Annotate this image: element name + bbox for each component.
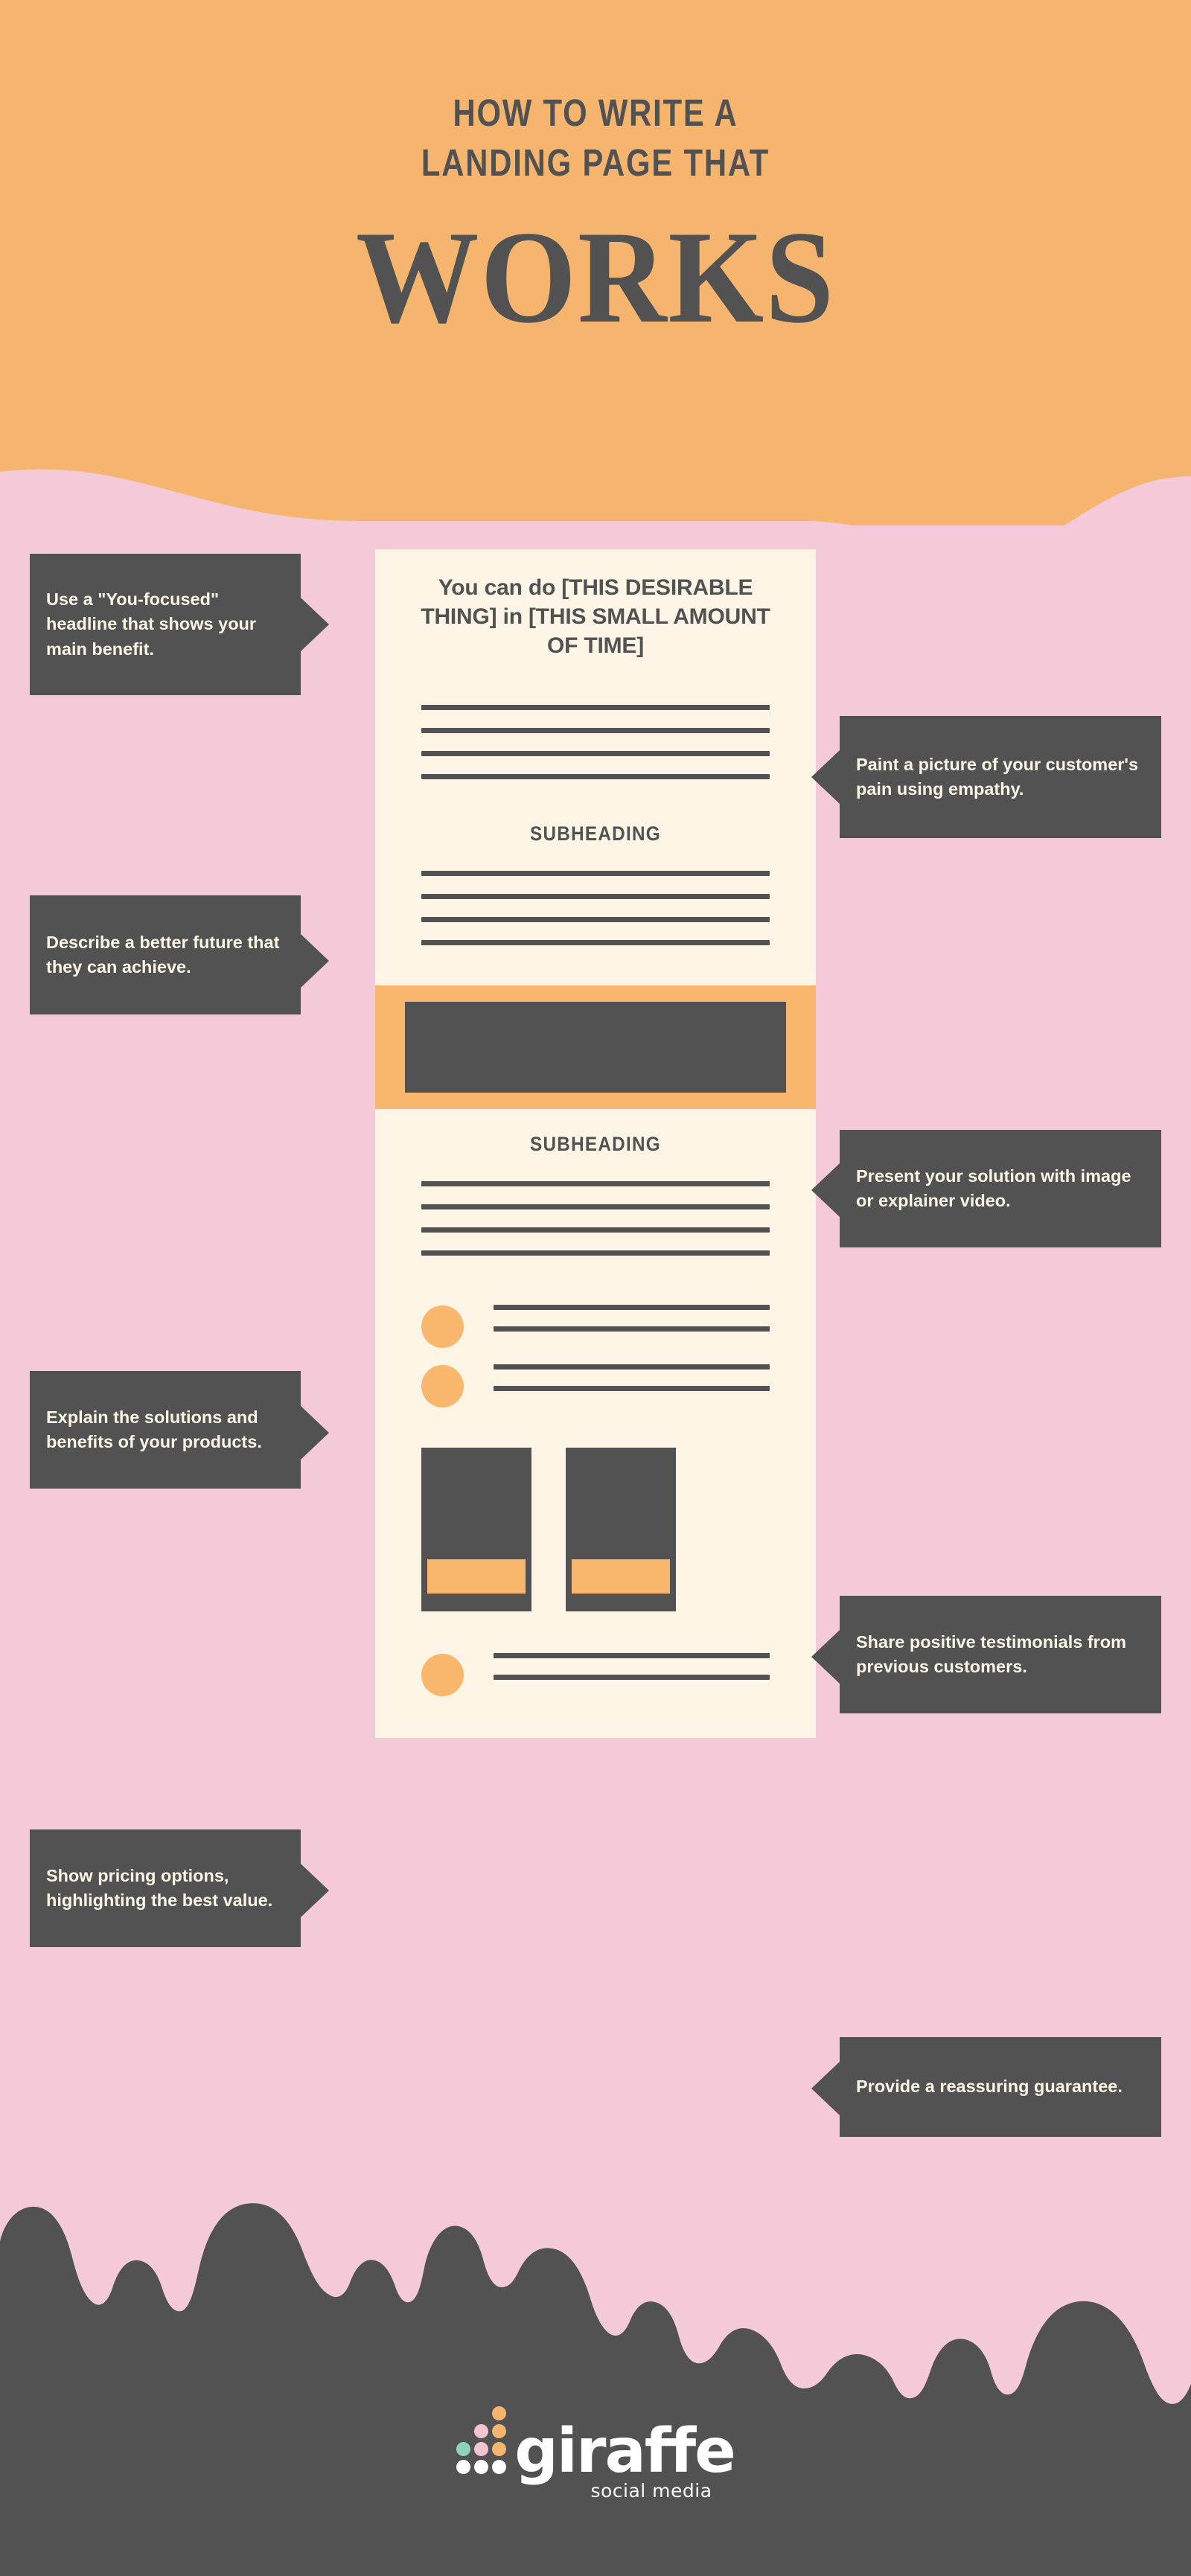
brand-logo: giraffe social media: [0, 2406, 1191, 2502]
avatar: [421, 1305, 464, 1348]
text-line: [494, 1675, 770, 1680]
text-line: [421, 1250, 770, 1256]
text-line: [421, 940, 770, 945]
mockup-hero-section: You can do [THIS DESIRABLE THING] in [TH…: [375, 549, 816, 809]
callout-future-tip[interactable]: Describe a better future that they can a…: [30, 895, 301, 1014]
callout-text: Use a "You-focused" headline that shows …: [46, 589, 257, 659]
pricing-card: [421, 1448, 531, 1611]
logo-dot-teal: [456, 2442, 471, 2456]
callout-pricing-tip[interactable]: Show pricing options, highlighting the b…: [30, 1829, 301, 1947]
text-line: [421, 1227, 770, 1233]
text-line: [421, 728, 770, 733]
mockup-body-copy-3: [375, 1181, 816, 1256]
testimonial-text: [494, 1305, 770, 1348]
arrow-left-icon: [811, 1630, 840, 1684]
page-title-line-2: LANDING PAGE THAT: [421, 141, 770, 185]
brand-name: giraffe: [514, 2415, 736, 2487]
logo-dot-orange: [492, 2406, 507, 2420]
logo-dot-orange: [492, 2442, 507, 2456]
callout-pain-tip[interactable]: Paint a picture of your customer's pain …: [840, 716, 1161, 838]
mockup-testimonials-section: [375, 1287, 816, 1431]
text-line: [421, 917, 770, 922]
mockup-subheading-1: SUBHEADING: [530, 822, 661, 845]
callout-text: Describe a better future that they can a…: [46, 932, 280, 977]
mockup-pricing-section: [375, 1431, 816, 1634]
callout-text: Present your solution with image or expl…: [856, 1166, 1131, 1210]
text-line: [421, 774, 770, 779]
callout-guarantee-tip[interactable]: Provide a reassuring guarantee.: [840, 2037, 1161, 2137]
text-line: [421, 751, 770, 756]
text-line: [494, 1653, 770, 1658]
mockup-subheading-2: SUBHEADING: [530, 1133, 661, 1155]
mockup-media-placeholder: [405, 1002, 786, 1093]
mockup-subheading-section-2: SUBHEADING: [375, 1109, 816, 1287]
callout-text: Paint a picture of your customer's pain …: [856, 754, 1139, 799]
callout-benefits-tip[interactable]: Explain the solutions and benefits of yo…: [30, 1371, 301, 1489]
logo-dot-grid: [456, 2406, 507, 2474]
mockup-guarantee-row: [375, 1653, 816, 1696]
avatar: [421, 1364, 464, 1407]
callout-text: Share positive testimonials from previou…: [856, 1631, 1127, 1676]
logo-dot-orange: [492, 2424, 507, 2438]
guarantee-text: [494, 1653, 770, 1696]
arrow-right-icon: [301, 598, 329, 651]
callout-text: Show pricing options, highlighting the b…: [46, 1865, 273, 1910]
logo-dot: [474, 2406, 488, 2420]
callout-solution-tip[interactable]: Present your solution with image or expl…: [840, 1130, 1161, 1247]
logo-dot: [456, 2406, 470, 2420]
logo-dot-white: [456, 2460, 471, 2474]
arrow-right-icon: [301, 1864, 329, 1917]
arrow-right-icon: [301, 934, 329, 988]
arrow-left-icon: [811, 2062, 840, 2115]
callout-headline-tip[interactable]: Use a "You-focused" headline that shows …: [30, 554, 301, 695]
footer: giraffe social media: [0, 2196, 1191, 2576]
logo-dot-pink: [474, 2424, 489, 2438]
mockup-body-copy-2: [375, 871, 816, 945]
text-line: [494, 1364, 770, 1370]
avatar: [421, 1653, 464, 1696]
footer-scalloped-shape: [0, 2203, 1191, 2576]
arrow-right-icon: [301, 1406, 329, 1460]
mockup-media-section: [375, 985, 816, 1109]
logo-dot: [456, 2424, 470, 2438]
text-line: [421, 1181, 770, 1186]
brand-tagline: social media: [590, 2480, 712, 2502]
testimonial-text: [494, 1364, 770, 1407]
mockup-testimonial-row: [375, 1364, 816, 1407]
text-line: [421, 705, 770, 710]
arrow-left-icon: [811, 1163, 840, 1217]
logo-dot-white: [492, 2460, 507, 2474]
text-line: [421, 871, 770, 876]
logo-dot-pink: [474, 2442, 489, 2456]
pricing-card: [566, 1448, 676, 1611]
callout-text: Explain the solutions and benefits of yo…: [46, 1407, 262, 1451]
mockup-subheading-section-1: SUBHEADING: [375, 809, 816, 985]
page-title-emphasis: WORKS: [356, 202, 835, 351]
pricing-options: [375, 1448, 816, 1611]
text-line: [494, 1326, 770, 1332]
text-line: [421, 1204, 770, 1209]
arrow-left-icon: [811, 750, 840, 804]
text-line: [421, 894, 770, 899]
mockup-body-copy-1: [375, 705, 816, 779]
text-line: [494, 1305, 770, 1310]
mockup-testimonial-row: [375, 1305, 816, 1348]
text-line: [494, 1386, 770, 1391]
mockup-headline: You can do [THIS DESIRABLE THING] in [TH…: [421, 575, 770, 658]
callout-text: Provide a reassuring guarantee.: [856, 2077, 1123, 2097]
landing-page-mockup: You can do [THIS DESIRABLE THING] in [TH…: [375, 549, 816, 1738]
callout-testimonials-tip[interactable]: Share positive testimonials from previou…: [840, 1596, 1161, 1713]
pricing-cta-bar: [427, 1559, 526, 1594]
logo-dot-white: [474, 2460, 489, 2474]
mockup-guarantee-section: [375, 1634, 816, 1738]
pricing-cta-bar: [572, 1559, 670, 1594]
page-title-line-1: HOW TO WRITE A: [453, 92, 738, 134]
